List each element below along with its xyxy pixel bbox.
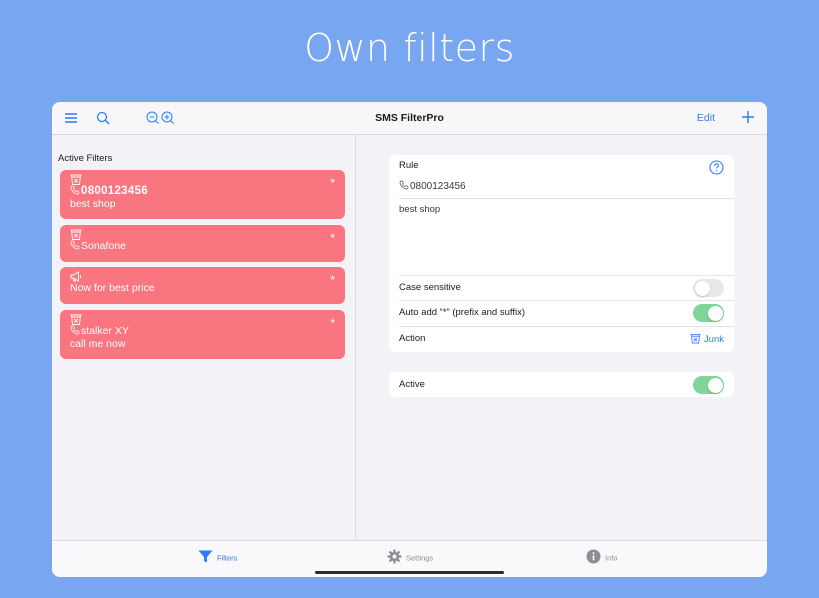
divider bbox=[399, 275, 734, 276]
tab-bar: Filters Settings Info bbox=[52, 540, 767, 577]
action-label: Action bbox=[399, 333, 426, 344]
toggle-knob bbox=[707, 377, 723, 393]
tab-label: Info bbox=[605, 553, 618, 563]
wildcard-marker: * bbox=[330, 273, 335, 287]
active-toggle[interactable] bbox=[693, 376, 724, 394]
tab-label: Settings bbox=[406, 553, 434, 563]
junk-bin-icon bbox=[690, 333, 701, 344]
rule-group: Rule 0800123456 best shop Case sensitive… bbox=[389, 155, 734, 352]
filter-text: call me now bbox=[70, 338, 126, 350]
rule-number-value: 0800123456 bbox=[410, 181, 466, 192]
active-group: Active bbox=[389, 372, 734, 397]
filter-item[interactable]: Sonafone * bbox=[60, 225, 345, 262]
case-sensitive-toggle[interactable] bbox=[693, 279, 724, 297]
toggle-knob bbox=[707, 305, 723, 321]
help-icon[interactable] bbox=[709, 160, 724, 175]
junk-bin-icon bbox=[70, 174, 82, 185]
home-indicator bbox=[315, 571, 504, 574]
edit-button[interactable]: Edit bbox=[697, 112, 715, 124]
filter-list-pane: Active Filters 0800123456 best shop * So… bbox=[52, 135, 356, 540]
navigation-bar: SMS FilterPro Edit bbox=[52, 102, 767, 135]
wildcard-marker: * bbox=[330, 316, 335, 330]
filter-number: stalker XY bbox=[81, 325, 129, 337]
tab-filters[interactable]: Filters bbox=[198, 549, 237, 564]
tab-label: Filters bbox=[217, 553, 238, 563]
filter-item[interactable]: stalker XY call me now * bbox=[60, 310, 345, 359]
section-label: Active Filters bbox=[58, 153, 113, 164]
filter-text: Now for best price bbox=[70, 282, 155, 294]
filter-item[interactable]: 0800123456 best shop * bbox=[60, 170, 345, 219]
auto-add-toggle[interactable] bbox=[693, 304, 724, 322]
action-value: Junk bbox=[703, 334, 724, 345]
add-filter-button[interactable] bbox=[741, 110, 755, 124]
tab-settings[interactable]: Settings bbox=[387, 549, 433, 564]
action-select[interactable]: Junk bbox=[690, 333, 724, 345]
junk-bin-icon bbox=[70, 229, 82, 240]
filter-number: 0800123456 bbox=[81, 185, 148, 197]
phone-icon bbox=[70, 240, 80, 250]
divider bbox=[399, 300, 734, 301]
info-icon bbox=[586, 549, 601, 564]
toggle-knob bbox=[694, 280, 710, 296]
filter-item[interactable]: Now for best price * bbox=[60, 267, 345, 304]
filter-detail-pane: Rule 0800123456 best shop Case sensitive… bbox=[356, 135, 767, 540]
divider bbox=[399, 326, 734, 327]
app-window: SMS FilterPro Edit Active Filters 080012… bbox=[52, 102, 767, 577]
filter-text: best shop bbox=[70, 198, 116, 210]
active-label: Active bbox=[399, 379, 425, 390]
junk-bin-icon bbox=[70, 314, 82, 325]
gear-icon bbox=[387, 549, 402, 564]
rule-number-field[interactable]: 0800123456 bbox=[399, 180, 466, 192]
phone-icon bbox=[70, 185, 80, 195]
phone-icon bbox=[399, 180, 409, 190]
app-title: SMS FilterPro bbox=[375, 112, 444, 124]
wildcard-marker: * bbox=[330, 176, 335, 190]
promo-headline: Own filters bbox=[304, 26, 515, 70]
filter-funnel-icon bbox=[198, 550, 213, 563]
phone-icon bbox=[70, 325, 80, 335]
tab-info[interactable]: Info bbox=[586, 549, 618, 564]
case-sensitive-label: Case sensitive bbox=[399, 282, 461, 293]
auto-add-label: Auto add “*” (prefix and suffix) bbox=[399, 307, 526, 318]
rule-label: Rule bbox=[399, 160, 419, 171]
wildcard-marker: * bbox=[330, 231, 335, 245]
rule-text-field[interactable]: best shop bbox=[399, 204, 440, 215]
divider bbox=[399, 198, 734, 199]
megaphone-icon bbox=[70, 271, 82, 282]
filter-number: Sonafone bbox=[81, 240, 126, 252]
